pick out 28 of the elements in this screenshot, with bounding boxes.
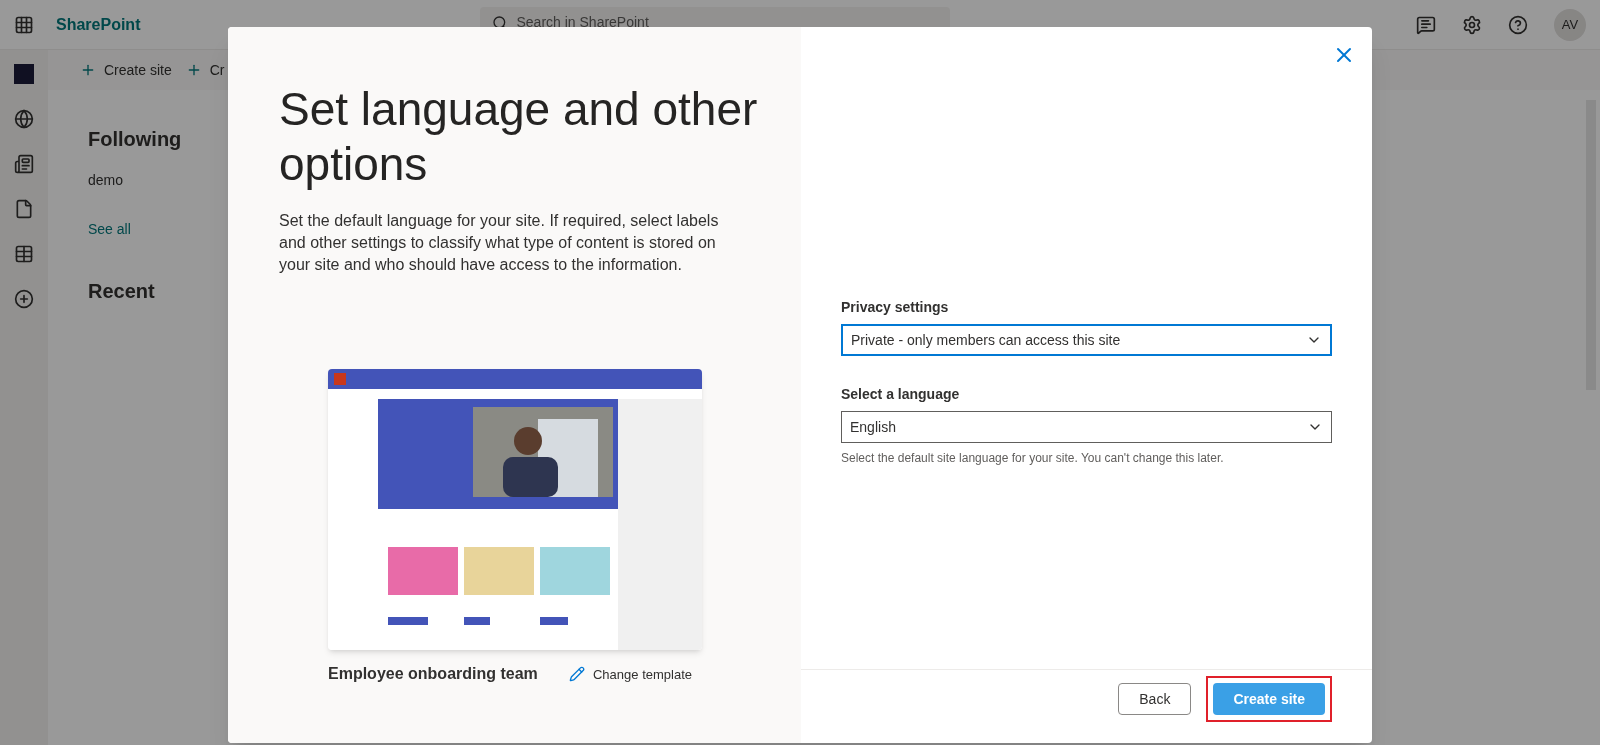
- create-button[interactable]: Create site: [1213, 683, 1325, 715]
- command-button[interactable]: Create site: [80, 59, 172, 81]
- plus-icon: [80, 62, 96, 78]
- help-text: Select the default site language for your site. You can't change this later.: [841, 450, 1225, 467]
- command-button[interactable]: Cr: [185, 59, 225, 81]
- avatar[interactable]: AV: [1554, 8, 1586, 41]
- file-icon[interactable]: [14, 199, 34, 219]
- globe-icon[interactable]: [14, 109, 34, 129]
- back-button[interactable]: Back: [1118, 683, 1192, 715]
- dropdown[interactable]: Private - only members can access this site: [841, 324, 1332, 356]
- section-title: Following: [88, 127, 183, 152]
- change-template-link[interactable]: Change template: [569, 664, 692, 685]
- add-icon[interactable]: [14, 289, 34, 309]
- section-title: Recent: [88, 279, 156, 304]
- app-launcher-icon[interactable]: [14, 14, 34, 35]
- dialog-description: Set the default language for your site. If required, select labels and other settings to classify what type of content is stored on your site and who should have access to the information.: [279, 211, 720, 276]
- list-icon[interactable]: [14, 244, 34, 264]
- field-label: Select a language: [841, 385, 961, 404]
- field-label: Privacy settings: [841, 298, 950, 317]
- dialog-title: Set language and other options: [279, 82, 759, 193]
- feedback-icon[interactable]: [1416, 14, 1436, 35]
- news-icon[interactable]: [14, 154, 34, 174]
- dropdown[interactable]: English: [841, 411, 1332, 443]
- help-icon[interactable]: [1508, 14, 1528, 35]
- app-name[interactable]: SharePoint: [56, 12, 141, 37]
- template-name: Employee onboarding team: [328, 664, 538, 685]
- settings-icon[interactable]: [1462, 14, 1482, 35]
- pencil-icon: [569, 666, 585, 683]
